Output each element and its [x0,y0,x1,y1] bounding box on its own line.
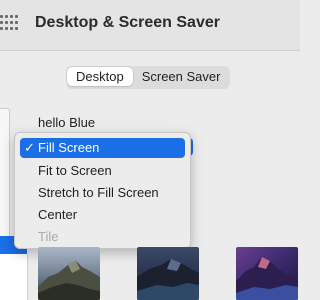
desktop-preview [0,108,10,238]
menu-item-stretch-to-fill-screen[interactable]: Stretch to Fill Screen [20,183,185,203]
menu-item-label: Fit to Screen [38,163,112,178]
menu-item-label: Center [38,207,78,222]
fit-options-menu: ✓ Fill Screen Fit to Screen Stretch to F… [14,132,191,249]
menu-item-label: Stretch to Fill Screen [38,185,159,200]
wallpaper-thumbnail-3[interactable] [236,247,298,300]
source-list[interactable] [0,254,28,300]
wallpaper-thumbnail-2[interactable] [137,247,199,300]
tab-screen-saver[interactable]: Screen Saver [133,67,230,86]
menu-item-fit-to-screen[interactable]: Fit to Screen [20,161,185,181]
checkmark-icon: ✓ [24,140,35,155]
tab-segmented-control: Desktop Screen Saver [66,66,231,89]
desktop-screensaver-window: Desktop & Screen Saver Desktop Screen Sa… [0,0,300,300]
menu-item-tile: Tile [20,227,185,247]
menu-item-center[interactable]: Center [20,205,185,225]
show-all-grid-icon[interactable] [0,15,20,33]
menu-item-fill-screen[interactable]: ✓ Fill Screen [20,138,185,158]
tab-desktop[interactable]: Desktop [67,67,133,86]
menu-item-label: Tile [38,229,59,244]
wallpaper-thumbnail-1[interactable] [38,247,100,300]
window-title: Desktop & Screen Saver [35,14,220,31]
title-bar: Desktop & Screen Saver [0,0,300,51]
picture-name-label: hello Blue [38,115,96,130]
menu-item-label: Fill Screen [38,140,100,155]
